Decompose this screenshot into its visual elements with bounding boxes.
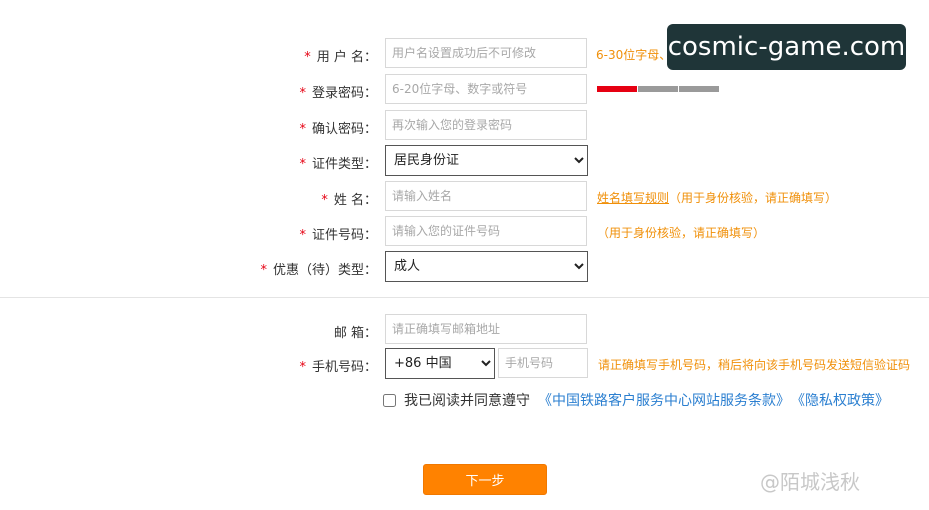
id-number-label: * 证件号码： xyxy=(299,228,377,243)
phone-hint: 请正确填写手机号码，稍后将向该手机号码发送短信验证码 xyxy=(598,358,911,372)
email-label: 邮 箱： xyxy=(333,326,377,341)
required-mark: * xyxy=(304,50,311,65)
phone-label: * 手机号码： xyxy=(299,360,377,375)
required-mark: * xyxy=(321,193,328,208)
username-label: * 用 户 名： xyxy=(304,50,377,65)
confirm-password-label: * 确认密码： xyxy=(299,122,377,137)
username-input[interactable] xyxy=(385,38,587,68)
required-mark: * xyxy=(299,86,306,101)
next-step-button[interactable]: 下一步 xyxy=(423,464,547,495)
agreement-row: 我已阅读并同意遵守 《中国铁路客户服务中心网站服务条款》 《隐私权政策》 xyxy=(383,390,889,410)
discount-type-select[interactable]: 成人 xyxy=(385,251,588,282)
discount-type-row: * 优惠（待）类型： 成人 xyxy=(0,251,929,283)
name-label: * 姓 名： xyxy=(321,193,377,208)
id-number-input[interactable] xyxy=(385,216,587,246)
name-rule-link[interactable]: 姓名填写规则 xyxy=(597,191,669,205)
required-mark: * xyxy=(299,122,306,137)
phone-input[interactable] xyxy=(498,348,588,378)
domain-badge: cosmic-game.com xyxy=(667,24,906,70)
confirm-password-row: * 确认密码： xyxy=(0,110,929,142)
email-input[interactable] xyxy=(385,314,587,344)
section-divider xyxy=(0,297,929,298)
password-label: * 登录密码： xyxy=(299,86,377,101)
email-row: 邮 箱： xyxy=(0,314,929,346)
required-mark: * xyxy=(299,360,306,375)
id-number-row: *证件号码： （用于身份核验，请正确填写） xyxy=(0,216,929,248)
discount-type-label: * 优惠（待）类型： xyxy=(260,263,377,278)
password-row: * 登录密码： xyxy=(0,74,929,106)
required-mark: * xyxy=(299,157,306,172)
password-input[interactable] xyxy=(385,74,587,104)
privacy-link[interactable]: 《隐私权政策》 xyxy=(798,393,889,409)
name-hint: 姓名填写规则（用于身份核验，请正确填写） xyxy=(597,189,837,206)
name-hint-text: （用于身份核验，请正确填写） xyxy=(669,191,838,205)
id-type-select[interactable]: 居民身份证 xyxy=(385,145,588,176)
phone-row: *手机号码： +86 中国 请正确填写手机号码，稍后将向该手机号码发送短信验证码 xyxy=(0,348,929,380)
strength-segment xyxy=(638,86,678,92)
password-strength-meter xyxy=(597,86,719,92)
username-hint: 6-30位字母、 xyxy=(596,48,672,62)
terms-link[interactable]: 《中国铁路客户服务中心网站服务条款》 xyxy=(538,393,790,409)
name-input[interactable] xyxy=(385,181,587,211)
strength-segment xyxy=(597,86,637,92)
strength-segment xyxy=(679,86,719,92)
name-row: *姓 名： 姓名填写规则（用于身份核验，请正确填写） xyxy=(0,181,929,213)
id-type-row: * 证件类型： 居民身份证 xyxy=(0,145,929,177)
agreement-checkbox[interactable] xyxy=(383,394,396,407)
country-code-select[interactable]: +86 中国 xyxy=(385,348,495,379)
id-number-hint: （用于身份核验，请正确填写） xyxy=(597,226,766,240)
watermark: @陌城浅秋 xyxy=(760,470,860,494)
agreement-text: 我已阅读并同意遵守 xyxy=(404,393,530,409)
id-type-label: * 证件类型： xyxy=(299,157,377,172)
required-mark: * xyxy=(260,263,267,278)
confirm-password-input[interactable] xyxy=(385,110,587,140)
required-mark: * xyxy=(299,228,306,243)
